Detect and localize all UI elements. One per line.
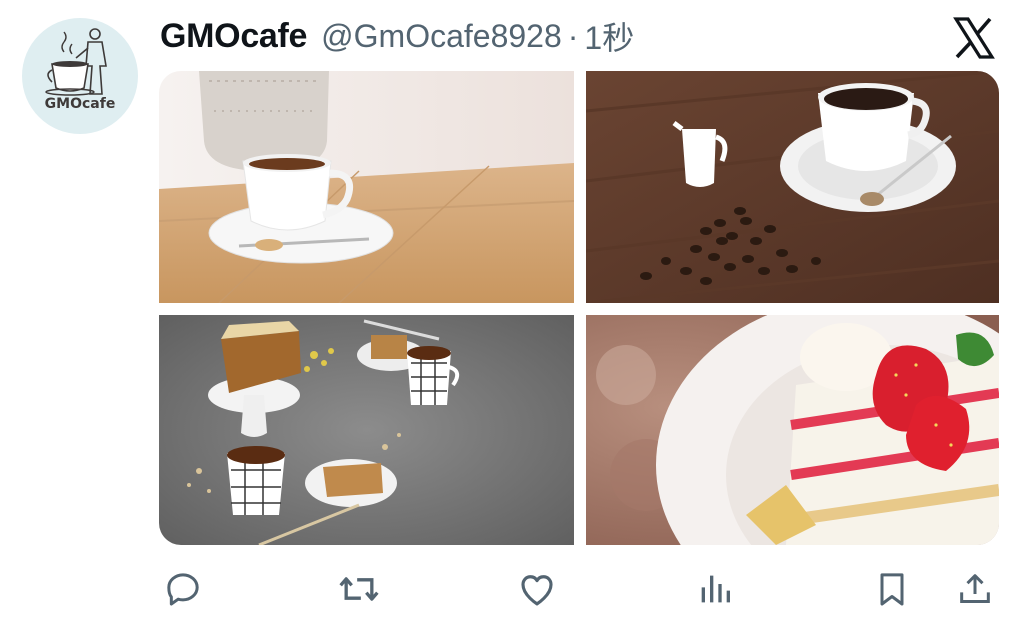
bookmark-icon xyxy=(880,573,904,606)
retweet-icon xyxy=(339,577,379,601)
like-button[interactable] xyxy=(514,566,560,612)
display-name[interactable]: GMOcafe xyxy=(160,17,307,56)
tweet-header: GMOcafe @GmOcafe8928 · 1秒 xyxy=(160,14,634,58)
media-image-4[interactable] xyxy=(586,315,999,545)
media-grid xyxy=(159,71,999,545)
like-icon xyxy=(521,575,553,606)
separator-dot: · xyxy=(567,17,579,54)
cafe-logo-icon xyxy=(45,28,107,96)
user-handle[interactable]: @GmOcafe8928 xyxy=(321,18,562,55)
media-image-3[interactable] xyxy=(159,315,574,545)
timestamp[interactable]: 1秒 xyxy=(584,13,634,59)
retweet-button[interactable] xyxy=(336,566,382,612)
reply-button[interactable] xyxy=(160,566,206,612)
reply-icon xyxy=(167,573,199,606)
x-logo-icon[interactable] xyxy=(952,16,996,60)
share-icon xyxy=(960,574,990,603)
avatar-logo-text: GMOcafe xyxy=(44,96,116,112)
media-image-1[interactable] xyxy=(159,71,574,303)
views-button[interactable] xyxy=(692,566,738,612)
media-image-2[interactable] xyxy=(586,71,999,303)
bookmark-button[interactable] xyxy=(869,566,915,612)
share-button[interactable] xyxy=(952,566,998,612)
avatar[interactable]: GMOcafe xyxy=(22,18,138,134)
views-icon xyxy=(701,575,730,603)
tweet-action-bar xyxy=(160,566,1000,612)
